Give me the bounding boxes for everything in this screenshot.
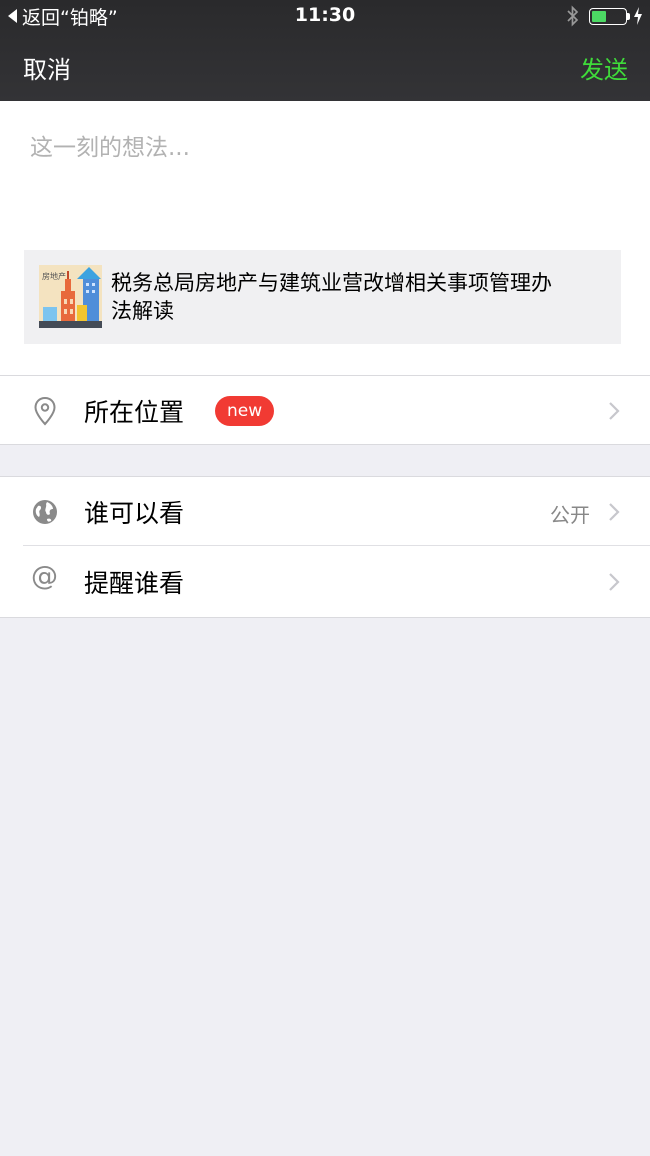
row-divider [23, 545, 650, 546]
charging-bolt-icon [634, 7, 642, 25]
location-pin-icon [34, 396, 56, 426]
status-time: 11:30 [294, 4, 356, 26]
cancel-button[interactable]: 取消 [23, 50, 71, 85]
compose-area: 这一刻的想法... 房地产 税务总局房地产与建筑业营改增相关事项管理办法解读 [0, 101, 650, 375]
chevron-right-icon [609, 573, 620, 591]
thought-input[interactable]: 这一刻的想法... [30, 128, 190, 162]
at-icon: @ [31, 561, 58, 592]
top-bar: 返回“铂略” 11:30 取消 发送 [0, 0, 650, 101]
visibility-label: 谁可以看 [84, 499, 185, 528]
chevron-right-icon [609, 503, 620, 521]
article-thumbnail: 房地产 [39, 265, 102, 328]
location-row[interactable]: 所在位置 new [0, 376, 650, 446]
battery-icon [589, 8, 627, 25]
battery-level [592, 11, 606, 22]
shared-article-card[interactable]: 房地产 税务总局房地产与建筑业营改增相关事项管理办法解读 [24, 250, 621, 344]
thumbnail-text: 房地产 [42, 271, 66, 281]
visibility-row[interactable]: 谁可以看 公开 [0, 477, 650, 547]
shared-article-title: 税务总局房地产与建筑业营改增相关事项管理办法解读 [111, 271, 552, 323]
location-label: 所在位置 [84, 398, 185, 427]
bluetooth-icon [567, 5, 579, 27]
location-group: 所在位置 new [0, 375, 650, 445]
status-bar: 返回“铂略” 11:30 [0, 0, 650, 34]
visibility-value: 公开 [550, 503, 590, 527]
privacy-group: 谁可以看 公开 @ 提醒谁看 [0, 476, 650, 618]
mention-label: 提醒谁看 [84, 569, 185, 598]
mention-row[interactable]: @ 提醒谁看 [0, 547, 650, 617]
send-button[interactable]: 发送 [580, 50, 628, 85]
globe-icon [33, 500, 57, 524]
battery-tip [627, 13, 630, 20]
chevron-right-icon [609, 402, 620, 420]
new-badge: new [215, 396, 275, 426]
